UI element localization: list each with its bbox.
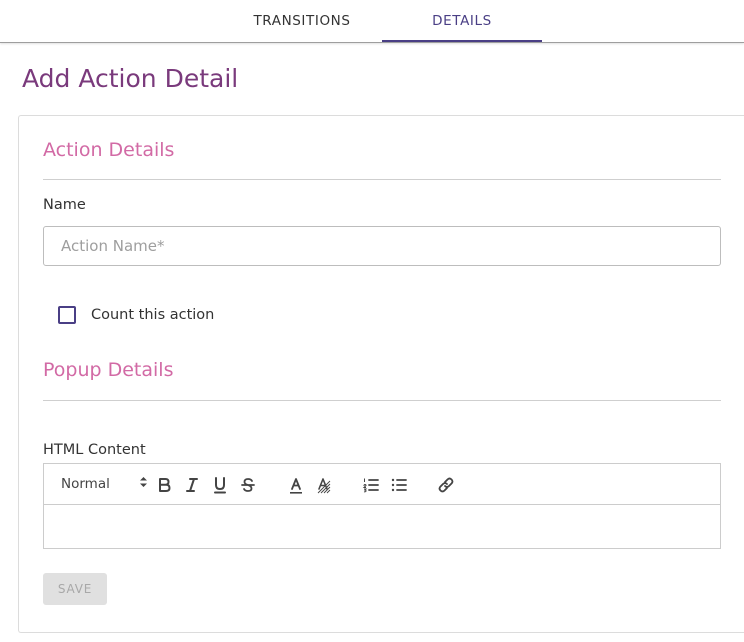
tab-details[interactable]: DETAILS [382, 0, 542, 42]
popup-details-heading: Popup Details [43, 359, 174, 381]
count-action-checkbox-row[interactable]: Count this action [58, 306, 214, 324]
underline-icon[interactable] [209, 474, 231, 496]
font-color-icon[interactable] [285, 474, 307, 496]
name-label: Name [43, 197, 86, 213]
italic-icon[interactable] [181, 474, 203, 496]
save-button[interactable]: SAVE [43, 573, 107, 605]
link-icon[interactable] [435, 474, 457, 496]
background-color-icon[interactable] [313, 474, 335, 496]
section-divider [43, 179, 721, 180]
active-tab-indicator [382, 40, 542, 42]
bullet-list-icon[interactable] [388, 474, 410, 496]
count-action-checkbox[interactable] [58, 306, 76, 324]
ordered-list-icon[interactable] [360, 474, 382, 496]
section-divider [43, 400, 721, 401]
tab-bar: TRANSITIONS DETAILS [0, 0, 744, 43]
action-details-heading: Action Details [43, 139, 175, 161]
page-title: Add Action Detail [22, 64, 239, 93]
format-select-value: Normal [61, 476, 110, 492]
bold-icon[interactable] [153, 474, 175, 496]
count-action-label: Count this action [91, 307, 215, 323]
editor-content-area[interactable] [44, 505, 720, 548]
html-content-label: HTML Content [43, 442, 146, 458]
strikethrough-icon[interactable] [237, 474, 259, 496]
updown-icon [139, 475, 148, 493]
tab-transitions[interactable]: TRANSITIONS [222, 0, 382, 42]
editor-toolbar: Normal [44, 464, 720, 505]
action-name-input[interactable] [43, 226, 721, 266]
rich-text-editor: Normal [43, 463, 721, 549]
format-select[interactable]: Normal [54, 474, 148, 494]
